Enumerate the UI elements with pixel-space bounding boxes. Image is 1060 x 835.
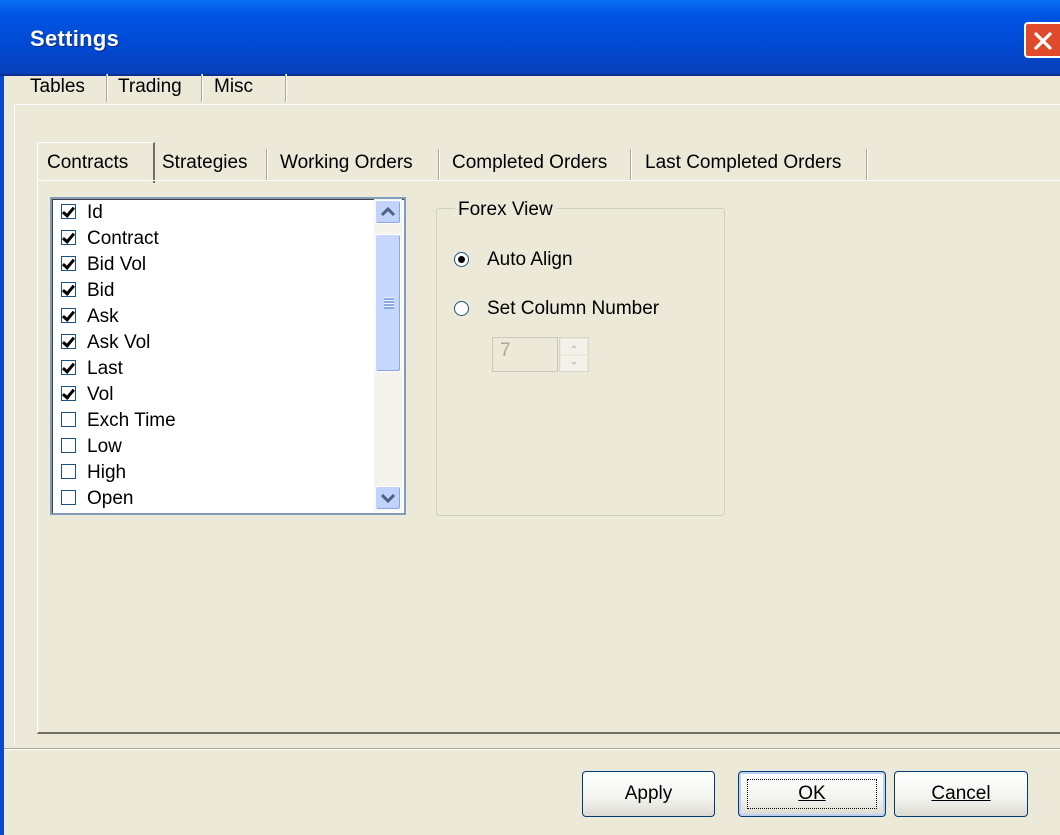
ok-button[interactable]: OK (738, 771, 886, 817)
column-label: High (87, 462, 127, 483)
apply-label: Apply (624, 783, 673, 804)
column-checkbox[interactable] (61, 282, 76, 297)
chevron-up-icon (380, 206, 396, 217)
close-icon (1034, 32, 1052, 50)
spin-up-icon (571, 344, 577, 349)
column-checkbox[interactable] (61, 256, 76, 271)
column-number-input[interactable]: 7 (492, 337, 558, 372)
scroll-up-button[interactable] (375, 200, 401, 224)
spin-up-button[interactable] (561, 339, 587, 354)
window-frame (0, 76, 4, 835)
column-label: Exch Time (87, 410, 176, 431)
column-checkbox[interactable] (61, 360, 76, 375)
column-label: Low (87, 436, 122, 457)
apply-button[interactable]: Apply (582, 771, 715, 817)
column-checkbox[interactable] (61, 204, 76, 219)
tab-last-completed-orders[interactable]: Last Completed Orders (645, 148, 841, 178)
cancel-label: Cancel (931, 783, 991, 804)
column-label: Contract (87, 228, 159, 249)
tab-tables[interactable]: Tables (30, 70, 85, 104)
tab-separator (438, 149, 440, 181)
column-label: Ask Vol (87, 332, 151, 353)
column-label: Last (87, 358, 123, 379)
column-label: Bid (87, 280, 115, 301)
list-item[interactable]: Ask (61, 304, 361, 330)
scroll-thumb[interactable] (375, 234, 401, 372)
list-item[interactable]: Ask Vol (61, 330, 361, 356)
auto-align-label[interactable]: Auto Align (487, 248, 573, 272)
list-item[interactable]: Exch Time (61, 408, 361, 434)
list-item[interactable]: Open (61, 486, 361, 512)
column-checkbox[interactable] (61, 464, 76, 479)
spin-down-icon (571, 361, 577, 366)
spin-down-button[interactable] (561, 356, 587, 371)
focus-ring (747, 779, 877, 809)
column-checkbox[interactable] (61, 308, 76, 323)
auto-align-radio[interactable] (454, 252, 469, 267)
list-item[interactable]: Contract (61, 226, 361, 252)
tab-separator (201, 74, 203, 102)
column-label: Ask (87, 306, 119, 327)
list-item[interactable]: Last (61, 356, 361, 382)
tab-trading[interactable]: Trading (118, 70, 182, 104)
column-checkbox[interactable] (61, 438, 76, 453)
columns-listbox[interactable]: Id Contract Bid Vol Bid Ask Ask Vol Last Vol Exc… (50, 197, 406, 515)
settings-dialog: Settings Tables Trading Misc Contracts S… (0, 0, 1060, 835)
forex-view-title: Forex View (455, 198, 556, 222)
column-label: Vol (87, 384, 114, 405)
listbox-scrollbar[interactable] (374, 199, 402, 511)
tab-separator (866, 149, 868, 181)
chevron-down-icon (380, 493, 396, 504)
tab-completed-orders[interactable]: Completed Orders (452, 148, 607, 178)
list-item[interactable]: Id (61, 200, 361, 226)
column-label: Open (87, 488, 134, 509)
set-column-number-radio[interactable] (454, 301, 469, 316)
list-item[interactable]: Bid (61, 278, 361, 304)
column-checkbox[interactable] (61, 334, 76, 349)
cancel-button[interactable]: Cancel (894, 771, 1028, 817)
column-checkbox[interactable] (61, 386, 76, 401)
tab-contracts[interactable]: Contracts (47, 148, 128, 178)
button-bar-divider (4, 748, 1060, 750)
column-label: Id (87, 202, 103, 223)
tab-separator (106, 74, 108, 102)
window-title: Settings (30, 26, 120, 51)
tab-strategies[interactable]: Strategies (162, 148, 248, 178)
column-checkbox[interactable] (61, 490, 76, 505)
close-button[interactable] (1024, 22, 1060, 58)
column-checkbox[interactable] (61, 230, 76, 245)
column-number-spinner[interactable] (559, 337, 589, 372)
list-item[interactable]: High (61, 460, 361, 486)
tab-separator (630, 149, 632, 181)
set-column-number-label[interactable]: Set Column Number (487, 297, 659, 321)
grip-icon (384, 297, 394, 309)
column-checkbox[interactable] (61, 412, 76, 427)
tab-misc[interactable]: Misc (214, 70, 253, 104)
scroll-down-button[interactable] (375, 486, 401, 510)
title-bar[interactable]: Settings (0, 0, 1060, 76)
list-item[interactable]: Vol (61, 382, 361, 408)
tab-working-orders[interactable]: Working Orders (280, 148, 413, 178)
list-item[interactable]: Bid Vol (61, 252, 361, 278)
tab-separator (266, 149, 268, 181)
list-item[interactable]: Low (61, 434, 361, 460)
column-label: Bid Vol (87, 254, 147, 275)
tab-separator (285, 74, 287, 102)
